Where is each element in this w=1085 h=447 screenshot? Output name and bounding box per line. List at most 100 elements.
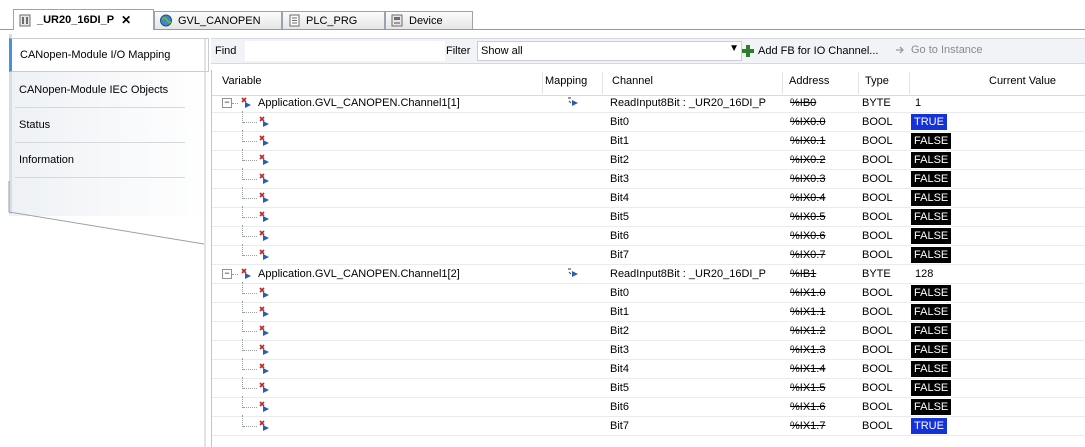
input-variable-icon — [259, 135, 269, 146]
address-value: %IX1.7 — [790, 420, 826, 432]
table-row[interactable]: Bit6 %IX1.6 BOOL FALSE — [212, 396, 1085, 417]
go-to-instance-button[interactable]: Go to Instance — [894, 44, 983, 56]
current-value-badge: TRUE — [911, 418, 947, 434]
column-header-channel[interactable]: Channel — [612, 75, 653, 87]
current-value-badge: FALSE — [911, 361, 952, 377]
table-row[interactable]: Bit5 %IX1.5 BOOL FALSE — [212, 377, 1085, 398]
channel-name: ReadInput8Bit : _UR20_16DI_P — [610, 97, 766, 109]
table-row[interactable]: Bit4 %IX1.4 BOOL FALSE — [212, 358, 1085, 379]
type-value: BYTE — [862, 97, 891, 109]
table-row[interactable]: Bit6 %IX0.6 BOOL FALSE — [212, 225, 1085, 246]
nav-panel-outline — [8, 38, 206, 447]
mapping-existing-variable-icon[interactable] — [566, 95, 580, 109]
table-row[interactable]: Bit0 %IX1.0 BOOL FALSE — [212, 282, 1085, 303]
current-value-badge: FALSE — [911, 285, 952, 301]
table-row[interactable]: Bit1 %IX0.1 BOOL FALSE — [212, 130, 1085, 151]
filter-label: Filter — [446, 45, 471, 57]
table-row[interactable]: Bit7 %IX0.7 BOOL FALSE — [212, 244, 1085, 265]
type-value: BYTE — [862, 268, 891, 280]
add-fb-label: Add FB for IO Channel... — [758, 45, 879, 57]
type-value: BOOL — [862, 344, 893, 356]
tab-device[interactable]: Device — [385, 11, 473, 29]
close-icon[interactable]: ✕ — [121, 13, 131, 27]
tab-plc-prg[interactable]: PLC_PRG — [282, 11, 385, 29]
current-value-badge: FALSE — [911, 342, 952, 358]
type-value: BOOL — [862, 382, 893, 394]
column-divider — [858, 72, 859, 94]
table-row[interactable]: Bit5 %IX0.5 BOOL FALSE — [212, 206, 1085, 227]
column-header-type[interactable]: Type — [865, 75, 889, 87]
column-header-current-value[interactable]: Current Value — [989, 75, 1056, 87]
address-value: %IX0.1 — [790, 135, 826, 147]
tree-line — [232, 274, 238, 275]
tree-line — [243, 236, 257, 237]
table-row[interactable]: Bit7 %IX1.7 BOOL TRUE — [212, 415, 1085, 436]
table-row[interactable]: Bit4 %IX0.4 BOOL FALSE — [212, 187, 1085, 208]
column-header-address[interactable]: Address — [789, 75, 829, 87]
table-row[interactable]: Bit3 %IX0.3 BOOL FALSE — [212, 168, 1085, 189]
add-fb-button[interactable]: Add FB for IO Channel... — [741, 44, 878, 58]
tab-ur20-16di-p[interactable]: _UR20_16DI_P ✕ — [13, 9, 154, 30]
address-value: %IX0.0 — [790, 116, 826, 128]
current-value-badge: FALSE — [911, 190, 952, 206]
input-variable-icon — [259, 382, 269, 393]
find-input[interactable] — [245, 41, 445, 61]
tab-gvl-canopen[interactable]: GVL_CANOPEN — [154, 11, 282, 29]
table-row[interactable]: Bit0 %IX0.0 BOOL TRUE — [212, 111, 1085, 132]
channel-name: Bit1 — [610, 306, 629, 318]
mapping-existing-variable-icon[interactable] — [566, 266, 580, 280]
table-row[interactable]: Bit1 %IX1.1 BOOL FALSE — [212, 301, 1085, 322]
channel-name: Bit6 — [610, 401, 629, 413]
input-variable-icon — [241, 268, 251, 279]
column-header-mapping[interactable]: Mapping — [545, 75, 587, 87]
input-variable-icon — [259, 211, 269, 222]
channel-name: Bit4 — [610, 363, 629, 375]
column-divider — [542, 72, 543, 94]
channel-name: Bit2 — [610, 325, 629, 337]
input-variable-icon — [259, 344, 269, 355]
column-header-variable[interactable]: Variable — [222, 75, 262, 87]
type-value: BOOL — [862, 325, 893, 337]
tree-line — [243, 122, 257, 123]
filter-dropdown[interactable]: Show all ▼ — [477, 41, 742, 61]
find-label: Find — [215, 45, 237, 57]
channel-name: Bit0 — [610, 116, 629, 128]
channel-name: Bit1 — [610, 135, 629, 147]
type-value: BOOL — [862, 287, 893, 299]
document-icon — [289, 14, 300, 27]
type-value: BOOL — [862, 401, 893, 413]
variable-name: Application.GVL_CANOPEN.Channel1[2] — [258, 268, 460, 280]
table-row-parent[interactable]: − Application.GVL_CANOPEN.Channel1[1] Read… — [212, 94, 1085, 113]
table-row[interactable]: Bit3 %IX1.3 BOOL FALSE — [212, 339, 1085, 360]
address-value: %IX0.7 — [790, 249, 826, 261]
address-value: %IX1.6 — [790, 401, 826, 413]
add-plus-icon — [742, 45, 754, 57]
input-variable-icon — [259, 230, 269, 241]
input-variable-icon — [259, 325, 269, 336]
input-variable-icon — [259, 249, 269, 260]
current-value-badge: FALSE — [911, 399, 952, 415]
dropdown-arrow-icon: ▼ — [729, 43, 739, 54]
globe-icon — [160, 14, 172, 27]
table-row[interactable]: Bit2 %IX0.2 BOOL FALSE — [212, 149, 1085, 170]
table-row[interactable]: Bit2 %IX1.2 BOOL FALSE — [212, 320, 1085, 341]
input-variable-icon — [259, 173, 269, 184]
input-variable-icon — [259, 420, 269, 431]
address-value: %IX1.4 — [790, 363, 826, 375]
type-value: BOOL — [862, 306, 893, 318]
tree-line — [243, 179, 257, 180]
channel-name: Bit7 — [610, 249, 629, 261]
device-icon — [391, 14, 403, 27]
table-row-parent[interactable]: − Application.GVL_CANOPEN.Channel1[2] Read… — [212, 265, 1085, 284]
collapse-toggle-icon[interactable]: − — [222, 98, 232, 108]
channel-name: Bit3 — [610, 344, 629, 356]
address-value: %IX0.4 — [790, 192, 826, 204]
tree-line — [243, 141, 257, 142]
tree-line — [243, 369, 257, 370]
tab-label: GVL_CANOPEN — [178, 14, 261, 27]
input-variable-icon — [259, 192, 269, 203]
variable-name: Application.GVL_CANOPEN.Channel1[1] — [258, 97, 460, 109]
tree-line — [243, 198, 257, 199]
collapse-toggle-icon[interactable]: − — [222, 269, 232, 279]
input-variable-icon — [259, 116, 269, 127]
